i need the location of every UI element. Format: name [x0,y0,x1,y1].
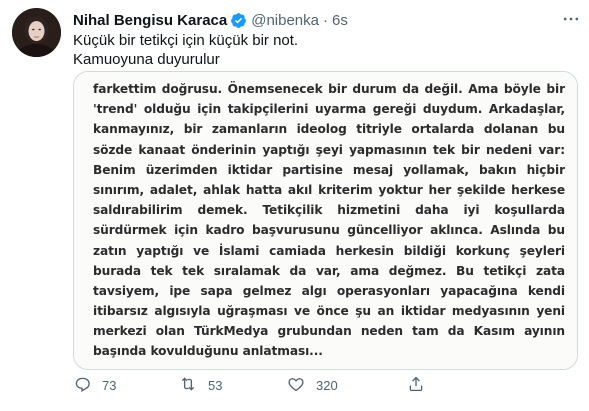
tweet-text-line: Kamuoyuna duyurulur [73,51,220,68]
document-line: sözde kanaat önderinin yaptığı şeyi yapm… [93,142,565,157]
display-name[interactable]: Nihal Bengisu Karaca [73,12,227,29]
tweet-header: Nihal Bengisu Karaca @nibenka · 6s [73,10,348,30]
reply-icon [73,375,91,396]
reply-button[interactable]: 73 [73,375,116,396]
like-button[interactable]: 320 [287,375,338,396]
document-line: başında kovulduğunu anlatması... [93,344,323,359]
tweet[interactable]: Nihal Bengisu Karaca @nibenka · 6s Küçük… [0,0,589,411]
avatar[interactable] [12,8,61,57]
handle[interactable]: @nibenka [251,12,319,29]
like-count: 320 [316,377,338,393]
timestamp[interactable]: 6s [332,12,348,29]
document-line: sınırım, adalet, ahlak hatta akıl kriter… [93,182,565,197]
document-line: merkezi olan TürkMedya grubundan neden t… [93,324,565,339]
separator-dot: · [323,11,328,29]
retweet-button[interactable]: 53 [179,375,222,396]
document-line: tavsiyem, ipe sapa gelmez algı operasyon… [93,283,565,298]
retweet-count: 53 [208,377,223,393]
document-line: sürdürmek için kadro başvurusunu güncell… [93,223,565,238]
document-line: burada tek tek sıralamak da var, ama değ… [93,263,565,278]
document-text: farkettim doğrusu. Önemsenecek bir durum… [93,79,565,362]
document-line: 'trend' olduğu için takipçilerini uyarma… [93,102,565,117]
document-line: saldırabilirim demek. Tetikçilik hizmeti… [93,203,565,218]
reply-count: 73 [102,377,117,393]
tweet-actions: 73 53 320 [73,375,513,395]
document-line: Benim üzerimden iktidar partisine mesaj … [93,162,565,177]
tweet-text: Küçük bir tetikçi için küçük bir not. Ka… [73,31,298,69]
more-options-icon[interactable] [560,10,582,28]
document-screenshot: farkettim doğrusu. Önemsenecek bir durum… [74,72,577,369]
retweet-icon [179,375,197,396]
share-icon [407,375,425,396]
share-button[interactable] [407,375,425,396]
document-line: kanmayınız, bir zamanların ideolog titri… [93,122,565,137]
document-line: farkettim doğrusu. Önemsenecek bir durum… [93,82,565,96]
tweet-media-image[interactable]: farkettim doğrusu. Önemsenecek bir durum… [73,71,578,370]
tweet-text-line: Küçük bir tetikçi için küçük bir not. [73,32,299,49]
verified-badge-icon [230,12,247,29]
like-icon [287,375,305,396]
document-line: zatın yaptığı ve İslami camiada herkesin… [93,243,565,258]
document-line: itibarsız algısıyla uğraşması ve önce şu… [93,304,565,319]
